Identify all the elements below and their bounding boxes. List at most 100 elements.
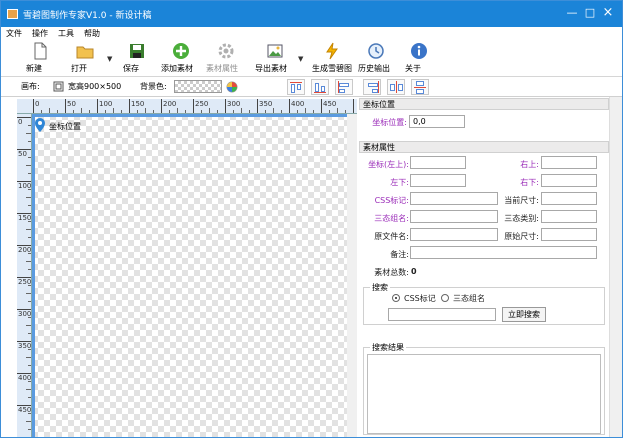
add-material-button[interactable]: 添加素材 xyxy=(161,42,201,75)
color-picker-icon[interactable] xyxy=(226,81,238,93)
h-tick-label: 350 xyxy=(259,100,273,108)
menu-tools[interactable]: 工具 xyxy=(58,28,74,39)
top-right-label: 右上: xyxy=(520,160,539,169)
menu-help[interactable]: 帮助 xyxy=(84,28,100,39)
distribute-vertical-button[interactable] xyxy=(411,79,429,95)
coord-pos-input[interactable]: 0,0 xyxy=(409,115,465,128)
total-value: 0 xyxy=(411,267,417,276)
open-dropdown-icon[interactable]: ▼ xyxy=(107,55,112,63)
minimize-button[interactable]: — xyxy=(564,5,580,21)
maximize-button[interactable]: □ xyxy=(582,5,598,21)
tri-group-label: 三态组名: xyxy=(374,214,409,223)
css-label: CSS标记: xyxy=(374,196,409,205)
horizontal-ruler: 0 50 100 150 200 250 300 350 400 450 xyxy=(17,99,357,114)
v-tick-label: 400 xyxy=(18,374,32,382)
new-file-icon xyxy=(34,42,47,60)
bottom-left-input[interactable] xyxy=(410,174,466,187)
results-list[interactable] xyxy=(367,354,601,434)
export-dropdown-icon[interactable]: ▼ xyxy=(298,55,303,63)
align-left-button[interactable] xyxy=(335,79,353,95)
add-icon xyxy=(173,43,189,59)
note-input[interactable] xyxy=(410,246,597,259)
bottom-right-input[interactable] xyxy=(541,174,597,187)
save-icon xyxy=(130,44,144,58)
vertical-ruler: 0 50 100 150 200 250 300 350 400 450 xyxy=(17,114,32,437)
panel-scrollbar[interactable] xyxy=(609,97,622,437)
align-right-button[interactable] xyxy=(363,79,381,95)
pin-label: 坐标位置 xyxy=(49,122,81,131)
material-props-button[interactable]: 素材属性 xyxy=(206,42,246,75)
menu-action[interactable]: 操作 xyxy=(32,28,48,39)
lightning-icon xyxy=(326,42,338,60)
orig-size-input[interactable] xyxy=(541,228,597,241)
align-top-button[interactable] xyxy=(287,79,305,95)
radio-css[interactable] xyxy=(392,294,400,302)
canvas-size-text: 宽高900×500 xyxy=(68,82,122,91)
info-icon xyxy=(411,43,427,59)
v-tick-label: 0 xyxy=(18,118,23,126)
save-button[interactable]: 保存 xyxy=(123,42,151,75)
h-tick-label: 250 xyxy=(195,100,209,108)
radio-tri-label: 三态组名 xyxy=(453,294,485,303)
radio-css-label: CSS标记 xyxy=(404,294,436,303)
results-group: 搜索结果 xyxy=(363,342,605,435)
search-button[interactable]: 立即搜索 xyxy=(502,307,546,322)
v-tick-label: 200 xyxy=(18,246,32,254)
orig-name-label: 原文件名: xyxy=(374,232,409,241)
canvas-settings-bar: 画布: 宽高900×500 背景色: xyxy=(1,77,622,97)
v-tick-label: 250 xyxy=(18,278,32,286)
radio-tri-group[interactable] xyxy=(441,294,449,302)
total-label: 素材总数: xyxy=(374,268,409,277)
top-left-label: 坐标(左上): xyxy=(368,160,409,169)
current-size-input[interactable] xyxy=(541,192,597,205)
new-button[interactable]: 新建 xyxy=(26,42,54,75)
right-panel: 坐标位置 坐标位置: 0,0 素材属性 坐标(左上): 右上: 左下: 右下: … xyxy=(359,97,609,437)
h-tick-label: 200 xyxy=(163,100,177,108)
open-button[interactable]: 打开 xyxy=(71,42,99,75)
search-input[interactable] xyxy=(388,308,496,321)
top-left-input[interactable] xyxy=(410,156,466,169)
app-icon xyxy=(7,9,18,19)
distribute-horizontal-button[interactable] xyxy=(387,79,405,95)
search-group-title: 搜索 xyxy=(370,282,390,293)
menu-file[interactable]: 文件 xyxy=(6,28,22,39)
v-ruler-ticks xyxy=(17,117,31,430)
css-input[interactable] xyxy=(410,192,498,205)
v-tick-label: 450 xyxy=(18,406,32,414)
close-button[interactable]: × xyxy=(600,5,616,21)
design-canvas[interactable] xyxy=(32,114,357,437)
top-right-input[interactable] xyxy=(541,156,597,169)
location-pin-icon[interactable] xyxy=(34,117,46,133)
clock-icon xyxy=(368,43,384,59)
material-section-header: 素材属性 xyxy=(359,141,609,153)
generate-sprite-button[interactable]: 生成雪碧图 xyxy=(312,42,352,75)
bottom-left-label: 左下: xyxy=(390,178,409,187)
history-output-button[interactable]: 历史输出 xyxy=(358,42,394,75)
vertical-guide[interactable] xyxy=(32,114,35,437)
gear-icon xyxy=(218,43,234,59)
h-tick-label: 450 xyxy=(323,100,337,108)
tri-type-input[interactable] xyxy=(541,210,597,223)
v-tick-label: 150 xyxy=(18,214,32,222)
v-tick-label: 50 xyxy=(18,150,27,158)
orig-name-input[interactable] xyxy=(410,228,498,241)
tri-group-input[interactable] xyxy=(410,210,498,223)
export-material-button[interactable]: 导出素材 xyxy=(255,42,295,75)
coord-pos-label: 坐标位置: xyxy=(372,118,407,127)
about-button[interactable]: 关于 xyxy=(405,42,433,75)
bg-color-swatch[interactable] xyxy=(174,80,222,93)
canvas-size-icon[interactable] xyxy=(53,81,64,92)
bg-color-label: 背景色: xyxy=(140,82,167,91)
canvas-scrollbar[interactable] xyxy=(347,114,357,437)
v-tick-label: 100 xyxy=(18,182,32,190)
h-tick-label: 300 xyxy=(227,100,241,108)
h-tick-label: 0 xyxy=(35,100,40,108)
align-bottom-button[interactable] xyxy=(311,79,329,95)
v-tick-label: 300 xyxy=(18,310,32,318)
h-tick-label: 150 xyxy=(131,100,145,108)
h-tick-label: 400 xyxy=(291,100,305,108)
horizontal-guide[interactable] xyxy=(32,114,357,117)
h-tick-label: 100 xyxy=(99,100,113,108)
open-folder-icon xyxy=(76,46,94,59)
results-title: 搜索结果 xyxy=(370,342,406,353)
